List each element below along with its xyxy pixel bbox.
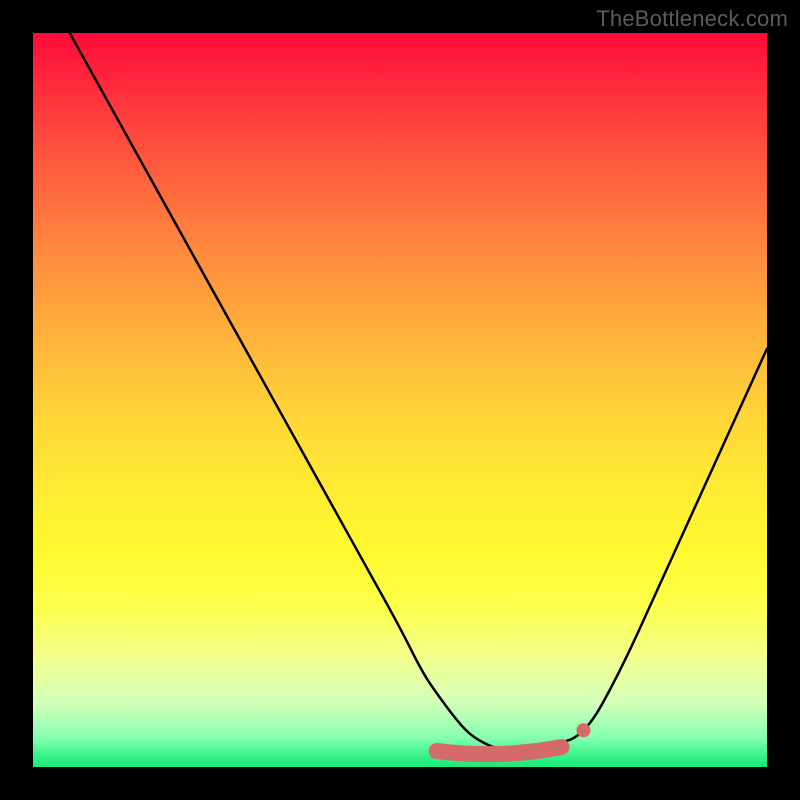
curve-end-marker — [577, 723, 591, 737]
optimal-flat-region — [437, 747, 562, 754]
bottleneck-curve — [70, 33, 767, 752]
watermark-text: TheBottleneck.com — [596, 6, 788, 32]
chart-overlay — [33, 33, 767, 767]
plot-area — [33, 33, 767, 767]
chart-frame: TheBottleneck.com — [0, 0, 800, 800]
